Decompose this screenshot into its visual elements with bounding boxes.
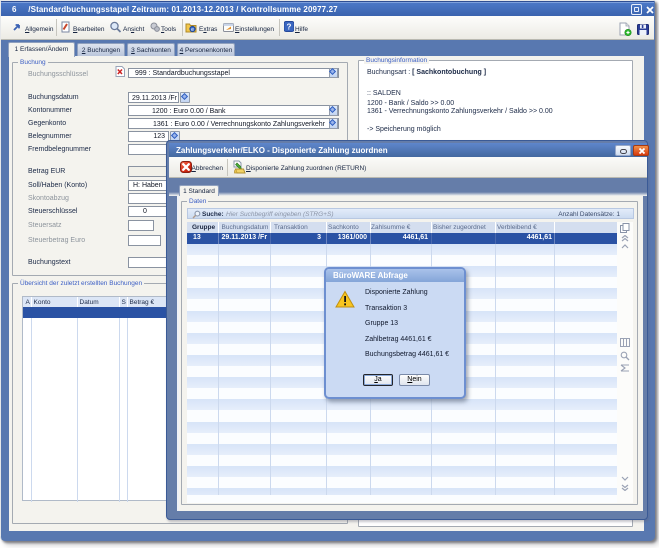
svg-text:?: ?	[287, 23, 292, 32]
svg-text:e: e	[191, 27, 194, 33]
